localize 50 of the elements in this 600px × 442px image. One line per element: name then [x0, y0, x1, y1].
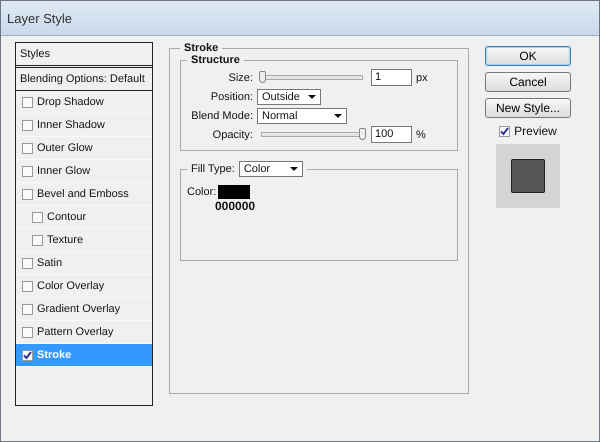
fill-type-dropdown[interactable]: Color	[238, 161, 303, 177]
group-title: Structure	[190, 54, 241, 66]
dialog-button[interactable]: Cancel	[485, 72, 571, 92]
checkbox[interactable]	[22, 304, 33, 314]
checkbox[interactable]	[22, 188, 33, 200]
checkbox[interactable]	[499, 126, 510, 136]
window-title: Layer Style	[7, 10, 72, 26]
checkbox[interactable]	[22, 166, 33, 176]
checkbox[interactable]	[32, 234, 43, 246]
position-dropdown[interactable]: Outside	[257, 88, 321, 104]
checkbox[interactable]	[22, 258, 33, 268]
color-swatch[interactable]	[218, 185, 250, 199]
style-item[interactable]: Gradient Overlay	[16, 298, 152, 321]
style-item[interactable]: Satin	[16, 252, 152, 275]
style-item[interactable]: Bevel and Emboss	[16, 183, 152, 206]
size-field[interactable]: 1	[371, 69, 412, 86]
checkbox-label: Preview	[514, 124, 557, 138]
field-label: Position:	[210, 90, 253, 102]
checkbox[interactable]	[22, 120, 33, 130]
field-label: Color:	[187, 186, 216, 198]
unit-label: px	[416, 72, 428, 84]
opacity-field[interactable]: 100	[371, 126, 412, 143]
dialog-button[interactable]: New Style...	[485, 98, 571, 118]
style-item[interactable]: Contour	[16, 206, 152, 229]
group-title: Stroke	[183, 42, 220, 54]
checkbox[interactable]	[32, 212, 43, 222]
color-hex: 000000	[214, 199, 256, 213]
checkbox[interactable]	[22, 142, 33, 154]
preview-swatch	[511, 159, 545, 193]
field-label: Size:	[228, 72, 253, 84]
blending-options-item[interactable]: Blending Options: Default	[16, 68, 152, 91]
slider-thumb[interactable]	[259, 71, 266, 83]
style-item[interactable]: Color Overlay	[16, 275, 152, 298]
style-item[interactable]: Drop Shadow	[16, 91, 152, 114]
field-label: Opacity:	[212, 128, 253, 140]
field-label: Fill Type:	[191, 163, 235, 175]
style-item[interactable]: Inner Shadow	[16, 114, 152, 137]
unit-label: %	[416, 128, 426, 140]
blend-mode-dropdown[interactable]: Normal	[257, 108, 347, 124]
style-item[interactable]: Outer Glow	[16, 137, 152, 160]
dialog-button[interactable]: OK	[485, 46, 571, 66]
checkbox[interactable]	[22, 326, 33, 338]
field-label: Blend Mode:	[190, 110, 253, 122]
style-item[interactable]: Inner Glow	[16, 160, 152, 183]
checkbox[interactable]	[22, 350, 33, 360]
style-item[interactable]: Texture	[16, 229, 152, 252]
checkbox[interactable]	[22, 96, 33, 108]
slider-thumb[interactable]	[359, 128, 366, 140]
styles-header[interactable]: Styles	[16, 43, 152, 68]
checkbox[interactable]	[22, 280, 33, 292]
